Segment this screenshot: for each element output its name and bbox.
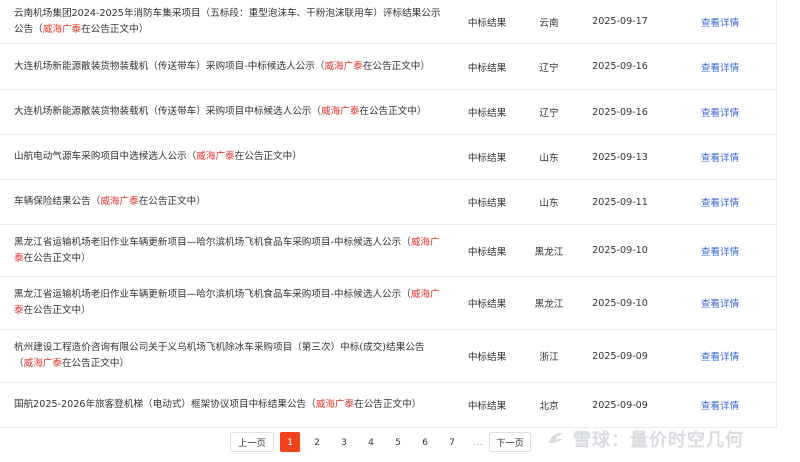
title-suffix: 在公告正文中） bbox=[354, 399, 422, 410]
next-page-button[interactable]: 下一页 bbox=[489, 432, 531, 452]
title-suffix: 在公告正文中） bbox=[81, 23, 149, 35]
table-row: 国航2025-2026年旅客登机梯（电动式）框架协议项目中标结果公告（威海广泰在… bbox=[0, 383, 776, 428]
highlight-keyword: 威海广泰 bbox=[23, 358, 62, 369]
notice-date: 2025-09-10 bbox=[592, 297, 648, 309]
notice-type: 中标结果 bbox=[467, 108, 507, 119]
page-number-4[interactable]: 4 bbox=[361, 432, 381, 452]
notice-date: 2025-09-13 bbox=[592, 151, 648, 163]
title-suffix: 在公告正文中） bbox=[61, 358, 130, 369]
notice-title[interactable]: 大连机场新能源散装货物装载机（传送带车）采购项目-中标候选人公示（威海广泰在公告… bbox=[14, 44, 442, 89]
notice-region: 山东 bbox=[539, 198, 559, 209]
table-row: 车辆保险结果公告（威海广泰在公告正文中） 中标结果 山东 2025-09-11 查看详情 bbox=[0, 180, 776, 225]
notice-type: 中标结果 bbox=[467, 17, 507, 29]
notice-region: 北京 bbox=[539, 401, 559, 412]
view-details-link[interactable]: 查看详情 bbox=[688, 0, 752, 43]
view-details-link[interactable]: 查看详情 bbox=[688, 383, 752, 427]
view-details-link[interactable]: 查看详情 bbox=[688, 277, 752, 329]
highlight-keyword: 威海广泰 bbox=[321, 106, 360, 117]
notice-title[interactable]: 大连机场新能源散装货物装载机（传送带车）采购项目中标候选人公示（威海广泰在公告正… bbox=[14, 90, 442, 134]
title-text: 国航2025-2026年旅客登机梯（电动式）框架协议项目中标结果公告（ bbox=[14, 399, 316, 410]
table-row: 大连机场新能源散装货物装载机（传送带车）采购项目中标候选人公示（威海广泰在公告正… bbox=[0, 90, 776, 135]
notice-title[interactable]: 云南机场集团2024-2025年消防车集采项目（五标段：重型泡沫车、干粉泡沫联用… bbox=[14, 0, 442, 43]
notice-region: 黑龙江 bbox=[534, 246, 564, 258]
notice-title[interactable]: 国航2025-2026年旅客登机梯（电动式）框架协议项目中标结果公告（威海广泰在… bbox=[14, 383, 442, 427]
title-suffix: 在公告正文中） bbox=[359, 106, 427, 117]
view-details-link[interactable]: 查看详情 bbox=[688, 225, 752, 276]
notice-title[interactable]: 杭州建设工程造价咨询有限公司关于义乌机场飞机除冰车采购项目（第三次）中标(成交)… bbox=[14, 330, 442, 382]
page-number-5[interactable]: 5 bbox=[388, 432, 408, 452]
page-number-3[interactable]: 3 bbox=[334, 432, 354, 452]
prev-page-button[interactable]: 上一页 bbox=[230, 432, 274, 452]
notice-region: 辽宁 bbox=[539, 62, 559, 74]
notice-region: 云南 bbox=[539, 17, 559, 29]
title-suffix: 在公告正文中） bbox=[138, 196, 206, 207]
page-number-2[interactable]: 2 bbox=[307, 432, 327, 452]
notice-title[interactable]: 黑龙江省运输机场老旧作业车辆更新项目—哈尔滨机场飞机食品车采购项目-中标候选人公… bbox=[14, 277, 442, 329]
notice-date: 2025-09-16 bbox=[592, 61, 648, 72]
notice-type: 中标结果 bbox=[467, 352, 507, 363]
table-row: 杭州建设工程造价咨询有限公司关于义乌机场飞机除冰车采购项目（第三次）中标(成交)… bbox=[0, 330, 776, 383]
notice-type: 中标结果 bbox=[467, 299, 507, 310]
notice-region: 辽宁 bbox=[539, 108, 559, 119]
highlight-keyword: 威海广泰 bbox=[196, 151, 235, 162]
page-number-7[interactable]: 7 bbox=[442, 432, 462, 452]
title-text: 车辆保险结果公告（ bbox=[14, 196, 101, 207]
notice-region: 浙江 bbox=[539, 352, 559, 363]
title-text: 山航电动气源车采购项目中选候选人公示（ bbox=[14, 151, 197, 162]
notice-type: 中标结果 bbox=[467, 401, 507, 412]
table-row: 云南机场集团2024-2025年消防车集采项目（五标段：重型泡沫车、干粉泡沫联用… bbox=[0, 0, 776, 44]
notice-type: 中标结果 bbox=[467, 198, 507, 209]
page-number-6[interactable]: 6 bbox=[415, 432, 435, 452]
title-suffix: 在公告正文中） bbox=[234, 151, 302, 162]
title-suffix: 在公告正文中） bbox=[23, 252, 91, 264]
title-suffix: 在公告正文中） bbox=[23, 305, 91, 316]
title-text: 黑龙江省运输机场老旧作业车辆更新项目—哈尔滨机场飞机食品车采购项目-中标候选人公… bbox=[14, 236, 411, 248]
notice-date: 2025-09-17 bbox=[592, 16, 648, 27]
watermark-text: 雪球：量价时空几何 bbox=[573, 430, 744, 451]
notice-region: 山东 bbox=[539, 153, 559, 164]
notice-type: 中标结果 bbox=[467, 62, 507, 74]
highlight-keyword: 威海广泰 bbox=[324, 60, 363, 72]
notice-title[interactable]: 山航电动气源车采购项目中选候选人公示（威海广泰在公告正文中） bbox=[14, 135, 442, 179]
page-number-1[interactable]: 1 bbox=[280, 432, 300, 452]
pagination-ellipsis: … bbox=[473, 436, 483, 448]
table-row: 大连机场新能源散装货物装载机（传送带车）采购项目-中标候选人公示（威海广泰在公告… bbox=[0, 44, 776, 90]
result-table: 云南机场集团2024-2025年消防车集采项目（五标段：重型泡沫车、干粉泡沫联用… bbox=[0, 0, 777, 428]
notice-region: 黑龙江 bbox=[534, 299, 564, 310]
view-details-link[interactable]: 查看详情 bbox=[688, 180, 752, 224]
notice-date: 2025-09-10 bbox=[592, 245, 648, 256]
view-details-link[interactable]: 查看详情 bbox=[688, 44, 752, 89]
table-row: 黑龙江省运输机场老旧作业车辆更新项目—哈尔滨机场飞机食品车采购项目-中标候选人公… bbox=[0, 277, 776, 330]
table-row: 黑龙江省运输机场老旧作业车辆更新项目—哈尔滨机场飞机食品车采购项目-中标候选人公… bbox=[0, 225, 776, 277]
view-details-link[interactable]: 查看详情 bbox=[688, 90, 752, 134]
highlight-keyword: 威海广泰 bbox=[42, 23, 82, 35]
snowball-logo-icon bbox=[548, 433, 564, 444]
title-text: 黑龙江省运输机场老旧作业车辆更新项目—哈尔滨机场飞机食品车采购项目-中标候选人公… bbox=[14, 289, 411, 300]
notice-type: 中标结果 bbox=[467, 246, 507, 258]
highlight-keyword: 威海广泰 bbox=[315, 399, 355, 410]
watermark: 雪球：量价时空几何 bbox=[545, 424, 744, 454]
title-suffix: 在公告正文中） bbox=[362, 60, 430, 72]
notice-date: 2025-09-16 bbox=[592, 106, 648, 118]
view-details-link[interactable]: 查看详情 bbox=[688, 135, 752, 179]
table-row: 山航电动气源车采购项目中选候选人公示（威海广泰在公告正文中） 中标结果 山东 2025… bbox=[0, 135, 776, 180]
notice-date: 2025-09-09 bbox=[592, 350, 648, 362]
view-details-link[interactable]: 查看详情 bbox=[688, 330, 752, 382]
notice-date: 2025-09-09 bbox=[592, 399, 648, 411]
highlight-keyword: 威海广泰 bbox=[100, 196, 139, 207]
notice-title[interactable]: 黑龙江省运输机场老旧作业车辆更新项目—哈尔滨机场飞机食品车采购项目-中标候选人公… bbox=[14, 225, 442, 276]
notice-type: 中标结果 bbox=[467, 153, 507, 164]
notice-title[interactable]: 车辆保险结果公告（威海广泰在公告正文中） bbox=[14, 180, 442, 224]
title-text: 大连机场新能源散装货物装载机（传送带车）采购项目-中标候选人公示（ bbox=[14, 60, 325, 72]
notice-date: 2025-09-11 bbox=[592, 196, 648, 208]
title-text: 大连机场新能源散装货物装载机（传送带车）采购项目中标候选人公示（ bbox=[14, 106, 321, 117]
